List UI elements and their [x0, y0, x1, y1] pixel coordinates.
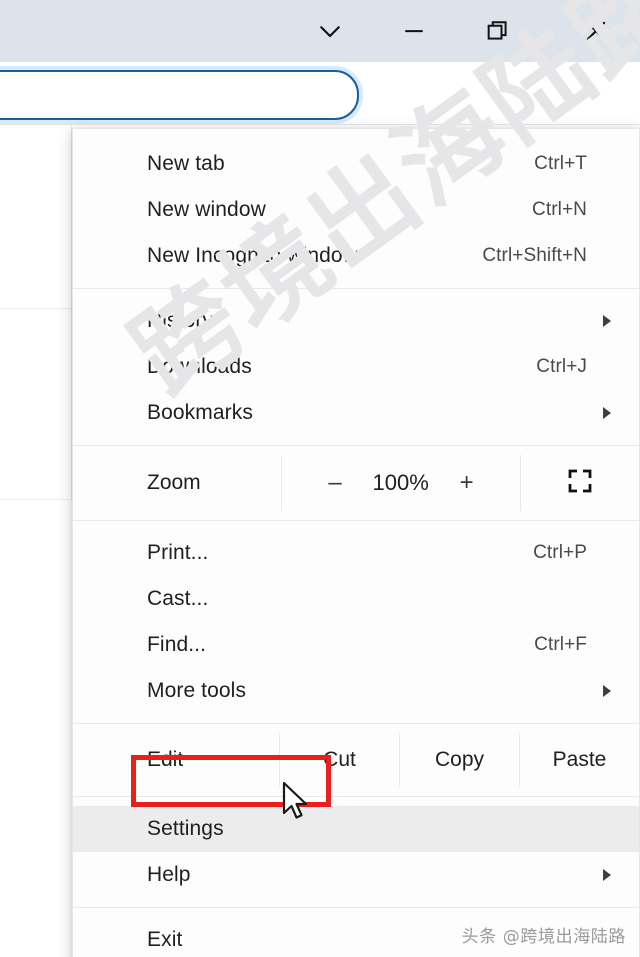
tab-search-button[interactable]	[288, 0, 372, 62]
mouse-pointer-icon	[281, 781, 311, 825]
menu-item-cast[interactable]: Cast...	[73, 576, 639, 622]
fullscreen-button[interactable]	[521, 455, 639, 511]
menu-item-shortcut: Ctrl+P	[533, 542, 587, 563]
zoom-controls: – 100% +	[282, 455, 520, 511]
window-title-bar	[0, 0, 640, 62]
chevron-right-icon	[603, 407, 611, 419]
restore-icon	[484, 17, 512, 45]
chevron-right-icon	[603, 685, 611, 697]
zoom-level-value: 100%	[372, 470, 429, 495]
menu-item-more-tools[interactable]: More tools	[73, 668, 639, 714]
menu-item-label: New Incognito window	[147, 244, 358, 267]
restore-button[interactable]	[456, 0, 540, 62]
zoom-label: Zoom	[147, 471, 201, 494]
menu-item-shortcut: Ctrl+J	[536, 356, 587, 377]
menu-item-history[interactable]: History	[73, 298, 639, 344]
bg-card-2	[0, 308, 72, 500]
menu-row-edit: Edit Cut Copy Paste	[73, 733, 639, 787]
menu-item-label: Exit	[147, 928, 183, 951]
menu-item-print[interactable]: Print... Ctrl+P	[73, 530, 639, 576]
menu-item-new-tab[interactable]: New tab Ctrl+T	[73, 141, 639, 187]
menu-item-label: New tab	[147, 152, 225, 175]
menu-row-zoom: Zoom – 100% +	[73, 455, 639, 511]
chevron-right-icon	[603, 869, 611, 881]
menu-item-shortcut: Ctrl+F	[534, 634, 587, 655]
chevron-right-icon	[603, 315, 611, 327]
menu-item-label: Print...	[147, 541, 209, 564]
menu-item-label: Find...	[147, 633, 207, 656]
menu-item-shortcut: Ctrl+N	[532, 199, 587, 220]
edit-label: Edit	[147, 748, 184, 771]
menu-item-shortcut: Ctrl+Shift+N	[482, 245, 587, 266]
minimize-button[interactable]	[372, 0, 456, 62]
zoom-out-button[interactable]: –	[328, 471, 341, 495]
browser-toolbar	[0, 62, 640, 184]
menu-separator	[73, 288, 639, 289]
menu-item-help[interactable]: Help	[73, 852, 639, 898]
close-icon	[581, 16, 611, 46]
fullscreen-icon	[565, 466, 595, 501]
menu-separator	[73, 445, 639, 446]
menu-item-label: Help	[147, 863, 191, 886]
menu-item-exit[interactable]: Exit	[73, 917, 639, 957]
menu-item-label: Settings	[147, 817, 224, 840]
menu-item-label: Downloads	[147, 355, 252, 378]
menu-separator	[73, 723, 639, 724]
paste-button[interactable]: Paste	[520, 733, 639, 787]
browser-window: New tab Ctrl+T New window Ctrl+N New Inc…	[0, 0, 640, 957]
menu-separator	[73, 796, 639, 797]
menu-separator	[73, 907, 639, 908]
menu-item-new-incognito-window[interactable]: New Incognito window Ctrl+Shift+N	[73, 233, 639, 279]
menu-item-find[interactable]: Find... Ctrl+F	[73, 622, 639, 668]
address-bar[interactable]	[0, 70, 359, 120]
menu-item-shortcut: Ctrl+T	[534, 153, 587, 174]
menu-item-bookmarks[interactable]: Bookmarks	[73, 390, 639, 436]
minimize-icon	[399, 16, 429, 46]
menu-item-downloads[interactable]: Downloads Ctrl+J	[73, 344, 639, 390]
menu-item-label: History	[147, 309, 214, 332]
zoom-in-button[interactable]: +	[460, 471, 474, 495]
menu-item-new-window[interactable]: New window Ctrl+N	[73, 187, 639, 233]
chrome-main-menu: New tab Ctrl+T New window Ctrl+N New Inc…	[72, 128, 640, 957]
copy-button[interactable]: Copy	[400, 733, 519, 787]
menu-item-settings[interactable]: Settings	[73, 806, 639, 852]
chevron-down-icon	[315, 16, 345, 46]
menu-separator	[73, 520, 639, 521]
cut-button[interactable]: Cut	[280, 733, 399, 787]
menu-item-label: Cast...	[147, 587, 209, 610]
menu-item-label: New window	[147, 198, 266, 221]
menu-item-label: More tools	[147, 679, 247, 702]
menu-item-label: Bookmarks	[147, 401, 253, 424]
close-button[interactable]	[554, 0, 638, 62]
bg-card-1	[0, 124, 72, 310]
